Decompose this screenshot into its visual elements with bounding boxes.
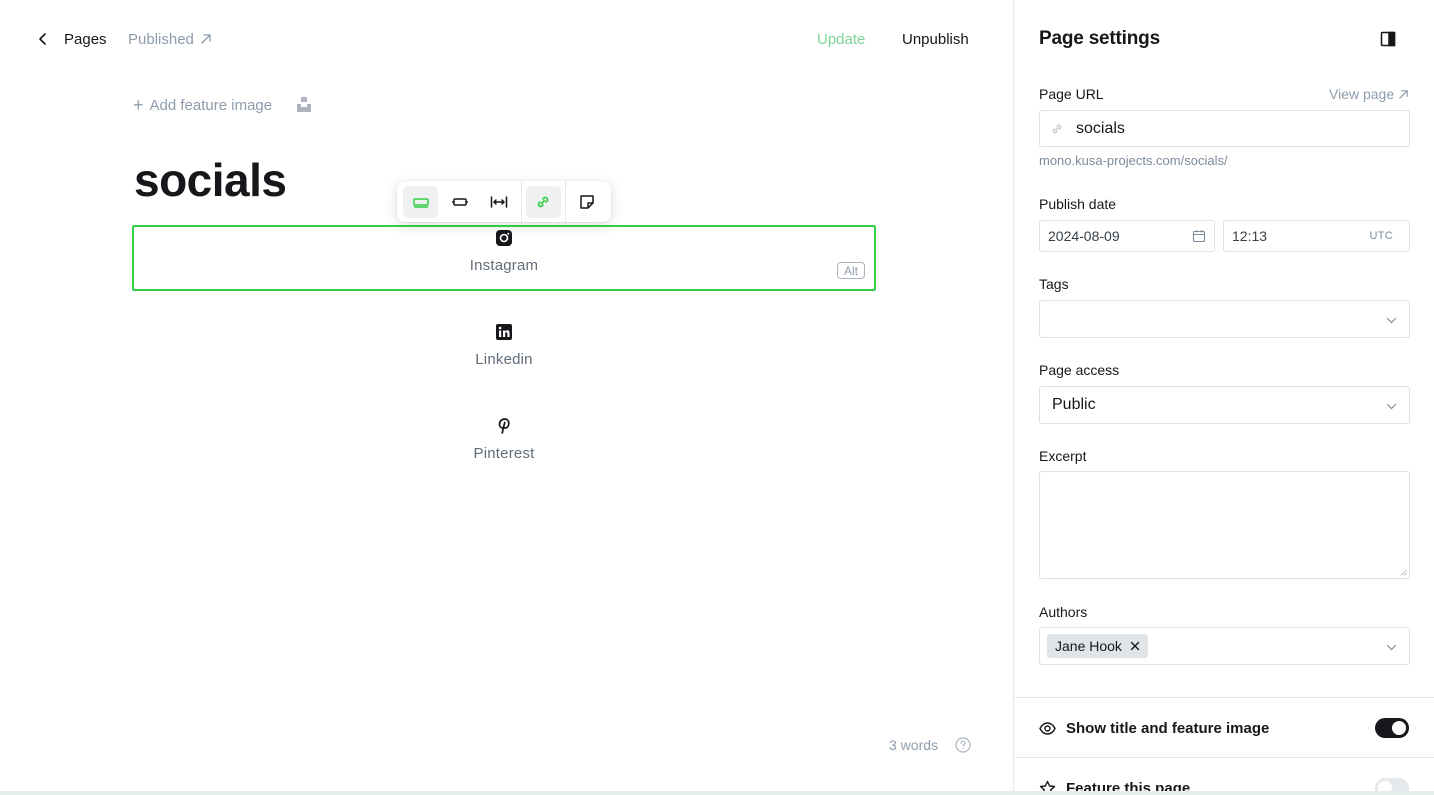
calendar-icon[interactable] xyxy=(1192,229,1206,243)
width-wide-icon xyxy=(451,197,468,206)
add-feature-label: Add feature image xyxy=(149,96,273,114)
page-url-label: Page URL xyxy=(1039,86,1104,102)
add-feature-image-button[interactable]: + Add feature image xyxy=(133,94,272,116)
publish-date-label: Publish date xyxy=(1039,196,1117,212)
link-icon xyxy=(1052,124,1062,134)
tags-label: Tags xyxy=(1039,276,1069,292)
editor-header: Pages Published Update Unpublish xyxy=(0,0,1013,78)
resize-grip-icon[interactable] xyxy=(1400,569,1407,576)
authors-label: Authors xyxy=(1039,604,1088,620)
page-settings-panel: Page settings Page URL View page socials… xyxy=(1013,0,1434,795)
show-title-label: Show title and feature image xyxy=(1066,719,1270,737)
snippet-button[interactable] xyxy=(570,186,605,218)
view-page-link[interactable]: View page xyxy=(1329,86,1409,102)
link-button[interactable] xyxy=(525,185,561,218)
show-title-row: Show title and feature image xyxy=(1039,716,1410,740)
publish-time-input[interactable]: 12:13 UTC xyxy=(1223,220,1410,252)
chevron-down-icon xyxy=(1386,403,1397,410)
author-name: Jane Hook xyxy=(1055,638,1122,654)
instagram-icon xyxy=(496,230,512,246)
section-divider xyxy=(1014,757,1434,758)
card-toolbar xyxy=(397,181,611,222)
social-item-label: Instagram xyxy=(469,257,539,274)
url-preview: mono.kusa-projects.com/socials/ xyxy=(1039,153,1228,168)
social-item-linkedin[interactable]: Linkedin xyxy=(404,323,604,368)
page-access-value: Public xyxy=(1052,396,1096,413)
update-button[interactable]: Update xyxy=(817,28,865,50)
arrow-up-right-icon xyxy=(1399,89,1408,99)
slug-value: socials xyxy=(1076,119,1125,137)
editor-pane: Pages Published Update Unpublish + Add f… xyxy=(0,0,1013,795)
status-label: Published xyxy=(128,30,194,48)
unsplash-icon[interactable] xyxy=(297,96,311,112)
width-full-button[interactable] xyxy=(481,186,516,218)
excerpt-label: Excerpt xyxy=(1039,448,1087,464)
back-to-pages-link[interactable]: Pages xyxy=(36,28,107,50)
chevron-left-icon xyxy=(39,33,46,45)
toolbar-divider xyxy=(564,181,566,222)
published-status-link[interactable]: Published xyxy=(128,28,212,50)
show-title-toggle[interactable] xyxy=(1375,718,1409,738)
page-title[interactable]: socials xyxy=(134,150,287,210)
arrow-up-right-icon xyxy=(201,34,211,44)
excerpt-textarea[interactable] xyxy=(1039,471,1410,579)
page-access-select[interactable]: Public xyxy=(1039,386,1410,424)
toggle-knob xyxy=(1392,721,1406,735)
time-value: 12:13 xyxy=(1232,228,1268,244)
toolbar-divider xyxy=(520,181,522,222)
pinterest-icon xyxy=(498,418,510,434)
view-page-label: View page xyxy=(1329,86,1395,102)
section-divider xyxy=(1014,697,1434,698)
date-value: 2024-08-09 xyxy=(1048,228,1120,244)
width-full-icon xyxy=(490,195,508,208)
social-item-label: Linkedin xyxy=(475,351,533,368)
social-item-label: Pinterest xyxy=(473,445,535,462)
unpublish-button[interactable]: Unpublish xyxy=(902,28,969,50)
bottom-edge xyxy=(0,791,1434,795)
chevron-down-icon xyxy=(1386,317,1397,324)
settings-title: Page settings xyxy=(1039,28,1160,49)
width-regular-icon xyxy=(412,197,429,208)
social-item-pinterest[interactable]: Pinterest xyxy=(404,417,604,462)
link-icon xyxy=(537,196,549,207)
page-url-input[interactable]: socials xyxy=(1039,110,1410,147)
word-count: 3 words xyxy=(889,737,939,753)
page-access-label: Page access xyxy=(1039,362,1120,378)
timezone-label: UTC xyxy=(1369,230,1393,242)
social-item-instagram[interactable]: Instagram xyxy=(404,229,604,274)
help-icon[interactable] xyxy=(955,737,971,753)
publish-date-input[interactable]: 2024-08-09 xyxy=(1039,220,1215,252)
author-token[interactable]: Jane Hook xyxy=(1047,634,1148,658)
eye-icon xyxy=(1039,721,1056,735)
width-regular-button[interactable] xyxy=(403,185,439,218)
back-label: Pages xyxy=(64,30,107,48)
linkedin-icon xyxy=(496,324,512,340)
chevron-down-icon xyxy=(1386,644,1397,651)
width-wide-button[interactable] xyxy=(442,186,477,218)
plus-icon: + xyxy=(133,95,144,115)
sidebar-toggle-icon[interactable] xyxy=(1380,31,1396,47)
caption-snippet-icon xyxy=(580,194,595,209)
close-icon[interactable] xyxy=(1130,641,1140,651)
alt-text-button[interactable]: Alt xyxy=(837,262,865,279)
tags-select[interactable] xyxy=(1039,300,1410,338)
app-window: Pages Published Update Unpublish + Add f… xyxy=(0,0,1434,795)
authors-select[interactable]: Jane Hook xyxy=(1039,627,1410,665)
